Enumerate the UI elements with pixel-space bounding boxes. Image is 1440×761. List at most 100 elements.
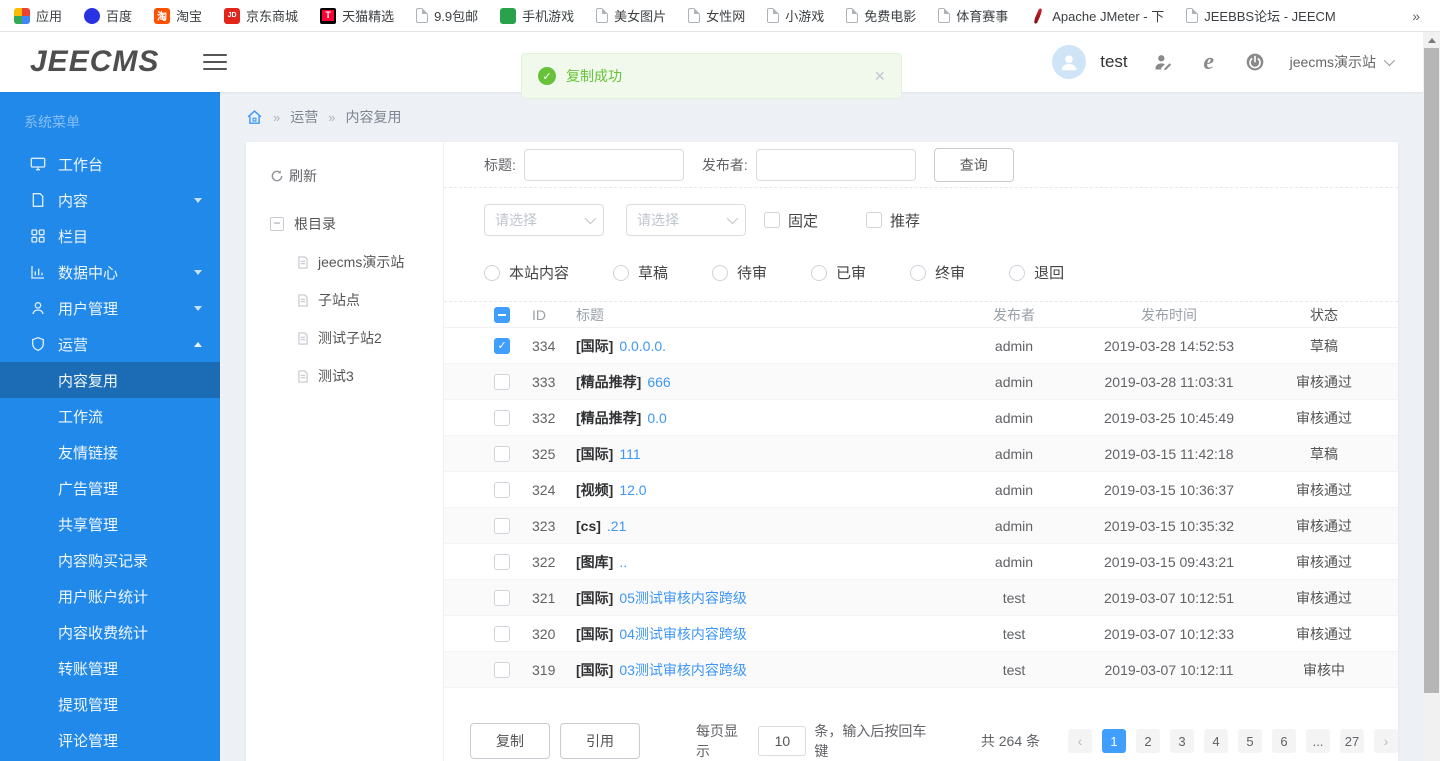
bookmark-item[interactable]: T 天猫精选 xyxy=(320,6,394,25)
breadcrumb-item-operations[interactable]: 运营 xyxy=(290,107,318,127)
row-checkbox[interactable] xyxy=(494,337,510,354)
select-all-checkbox[interactable] xyxy=(494,306,510,323)
sidebar-submenu-item[interactable]: 转账管理 xyxy=(0,650,220,686)
user-avatar[interactable] xyxy=(1052,45,1087,79)
radio-icon[interactable] xyxy=(811,264,828,281)
sidebar-submenu-item[interactable]: 提现管理 xyxy=(0,686,220,722)
sidebar-item-user-management[interactable]: 用户管理 xyxy=(0,290,220,326)
sidebar-item-channels[interactable]: 栏目 xyxy=(0,218,220,254)
sidebar-submenu-item[interactable]: 评论管理 xyxy=(0,722,220,758)
tree-refresh-button[interactable]: 刷新 xyxy=(270,166,443,186)
title-link[interactable]: 0.0 xyxy=(647,410,666,426)
tree-node[interactable]: 子站点 xyxy=(270,290,443,310)
page-number-button[interactable]: 5 xyxy=(1238,729,1262,753)
table-row[interactable]: 332 [精品推荐] 0.0 admin 2019-03-25 10:45:49 … xyxy=(444,400,1398,436)
status-radio[interactable]: 已审 xyxy=(811,262,866,283)
sidebar-submenu-item[interactable]: 广告管理 xyxy=(0,470,220,506)
title-link[interactable]: 111 xyxy=(619,446,640,462)
sidebar-submenu-item[interactable]: 友情链接 xyxy=(0,434,220,470)
bookmark-item[interactable]: Apache JMeter - 下 xyxy=(1030,6,1164,25)
row-checkbox[interactable] xyxy=(494,481,510,498)
recommend-checkbox[interactable]: 推荐 xyxy=(866,210,920,231)
page-number-button[interactable]: 27 xyxy=(1340,729,1364,753)
title-link[interactable]: 05测试审核内容跨级 xyxy=(619,590,747,606)
row-checkbox[interactable] xyxy=(494,553,510,570)
radio-icon[interactable] xyxy=(484,264,500,281)
radio-icon[interactable] xyxy=(910,264,927,281)
bookmark-item[interactable]: 美女图片 xyxy=(596,6,666,25)
page-scrollbar[interactable] xyxy=(1423,32,1440,761)
home-icon[interactable] xyxy=(246,109,263,126)
bookmark-item[interactable]: JD 京东商城 xyxy=(224,6,298,25)
tree-node[interactable]: jeecms演示站 xyxy=(270,252,443,272)
scrollbar-thumb[interactable] xyxy=(1424,48,1439,693)
checkbox-icon[interactable] xyxy=(764,212,780,229)
sidebar-submenu-item[interactable]: 用户账户统计 xyxy=(0,578,220,614)
publisher-search-input[interactable] xyxy=(755,148,916,181)
table-row[interactable]: 322 [图库].. admin 2019-03-15 09:43:21 审核通… xyxy=(444,544,1398,580)
status-radio[interactable]: 终审 xyxy=(910,262,965,283)
sidebar-item-data-center[interactable]: 数据中心 xyxy=(0,254,220,290)
title-search-input[interactable] xyxy=(523,148,684,181)
bookmark-item[interactable]: 应用 xyxy=(14,6,62,25)
row-checkbox[interactable] xyxy=(494,625,510,642)
quote-button[interactable]: 引用 xyxy=(560,723,640,759)
checkbox-icon[interactable] xyxy=(866,212,883,229)
bookmark-item[interactable]: 女性网 xyxy=(688,6,745,25)
radio-icon[interactable] xyxy=(613,264,630,281)
row-checkbox[interactable] xyxy=(494,661,510,678)
title-link[interactable]: 04测试审核内容跨级 xyxy=(619,626,747,642)
fixed-checkbox[interactable]: 固定 xyxy=(764,210,818,231)
radio-icon[interactable] xyxy=(712,264,729,281)
bookmark-item[interactable]: 免费电影 xyxy=(846,6,916,25)
title-link[interactable]: 666 xyxy=(647,374,670,390)
row-checkbox[interactable] xyxy=(494,517,510,534)
table-row[interactable]: 320 [国际] 04测试审核内容跨级 test 2019-03-07 10:12… xyxy=(444,616,1398,652)
prev-page-button[interactable]: ‹ xyxy=(1068,729,1092,753)
sidebar-submenu-item[interactable]: 内容复用 xyxy=(0,362,220,398)
table-row[interactable]: 319 [国际] 03测试审核内容跨级 test 2019-03-07 10:12… xyxy=(444,652,1398,688)
sidebar-item-operations[interactable]: 运营 xyxy=(0,326,220,362)
bookmark-item[interactable]: 百度 xyxy=(84,6,132,25)
page-number-button[interactable]: 6 xyxy=(1272,729,1296,753)
bookmark-item[interactable]: 淘 淘宝 xyxy=(154,6,202,25)
jeecms-logo[interactable]: JEECMS xyxy=(30,45,159,79)
bookmark-item[interactable]: 小游戏 xyxy=(767,6,824,25)
bookmark-item[interactable]: JEEBBS论坛 - JEECM xyxy=(1186,6,1336,25)
row-checkbox[interactable] xyxy=(494,409,510,426)
bookmark-item[interactable]: 手机游戏 xyxy=(500,6,574,25)
row-checkbox[interactable] xyxy=(494,589,510,606)
tree-collapse-icon[interactable]: − xyxy=(270,217,284,231)
tree-root-node[interactable]: − 根目录 xyxy=(270,214,443,234)
filter-select-2[interactable]: 请选择 xyxy=(626,204,746,237)
site-switcher[interactable]: jeecms演示站 xyxy=(1290,52,1396,72)
bookmark-item[interactable]: 9.9包邮 xyxy=(416,6,478,25)
scrollbar-up-arrow-icon[interactable] xyxy=(1423,32,1440,48)
sidebar-submenu-item[interactable]: 共享管理 xyxy=(0,506,220,542)
status-radio[interactable]: 待审 xyxy=(712,262,767,283)
table-row[interactable]: 323 [cs] .21 admin 2019-03-15 10:35:32 审核… xyxy=(444,508,1398,544)
page-number-button[interactable]: 4 xyxy=(1204,729,1228,753)
page-number-button[interactable]: 2 xyxy=(1136,729,1160,753)
tree-node[interactable]: 测试子站2 xyxy=(270,328,443,348)
title-link[interactable]: .21 xyxy=(607,518,626,534)
sidebar-toggle-hamburger-icon[interactable] xyxy=(203,54,228,70)
radio-icon[interactable] xyxy=(1009,264,1026,281)
table-row[interactable]: 324 [视频] 12.0 admin 2019-03-15 10:36:37 审… xyxy=(444,472,1398,508)
bookmarks-overflow-chevron-icon[interactable]: » xyxy=(1412,8,1426,24)
bookmark-item[interactable]: 体育赛事 xyxy=(938,6,1008,25)
sidebar-submenu-item[interactable]: 内容购买记录 xyxy=(0,542,220,578)
title-link[interactable]: 03测试审核内容跨级 xyxy=(619,662,747,678)
title-link[interactable]: 12.0 xyxy=(619,482,646,498)
status-radio[interactable]: 本站内容 xyxy=(484,262,569,283)
logout-power-icon[interactable] xyxy=(1244,51,1266,73)
row-checkbox[interactable] xyxy=(494,445,510,462)
sidebar-item-workbench[interactable]: 工作台 xyxy=(0,146,220,182)
status-radio[interactable]: 退回 xyxy=(1009,262,1064,283)
user-edit-icon[interactable] xyxy=(1152,51,1174,73)
tree-node[interactable]: 测试3 xyxy=(270,366,443,386)
page-number-button[interactable]: 1 xyxy=(1102,729,1126,753)
page-number-button[interactable]: 3 xyxy=(1170,729,1194,753)
row-checkbox[interactable] xyxy=(494,373,510,390)
next-page-button[interactable]: › xyxy=(1374,729,1398,753)
